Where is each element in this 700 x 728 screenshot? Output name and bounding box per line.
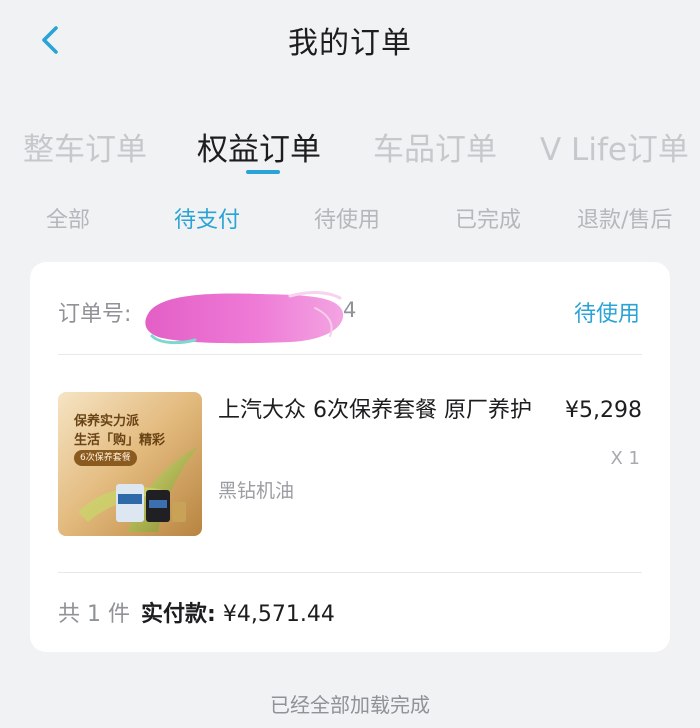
item-count-prefix: 共 — [58, 602, 81, 627]
tab-pending-use[interactable]: 待使用 — [314, 202, 380, 234]
product-image[interactable]: 保养实力派 生活「购」精彩 6次保养套餐 — [58, 392, 202, 536]
tab-vehicle-orders[interactable]: 整车订单 — [23, 124, 147, 169]
load-complete-note: 已经全部加载完成 — [270, 693, 430, 717]
order-category-tabs: 整车订单 权益订单 车品订单 V Life订单 — [0, 118, 700, 178]
tab-vlife-orders[interactable]: V Life订单 — [540, 124, 689, 169]
product-image-caption-1: 保养实力派 — [74, 414, 140, 429]
tab-refund-aftersale[interactable]: 退款/售后 — [577, 202, 672, 234]
order-card[interactable]: 订单号: 4 待使用 保养实力派 生活「购」精彩 6次保养套餐 上汽大众 6次保… — [30, 262, 670, 652]
header-bar: 我的订单 — [0, 0, 700, 84]
tab-all[interactable]: 全部 — [46, 202, 90, 234]
page-title: 我的订单 — [288, 26, 412, 61]
paid-amount-label: 实付款: — [141, 602, 216, 627]
order-status-tabs: 全部 待支付 待使用 已完成 退款/售后 — [0, 198, 700, 238]
product-name[interactable]: 上汽大众 6次保养套餐 原厂养护 — [218, 394, 553, 428]
item-count-suffix: 件 — [108, 602, 131, 627]
product-price: ¥5,298 — [565, 398, 642, 423]
product-quantity: X 1 — [610, 448, 640, 469]
order-number-fragment: 4 — [343, 298, 357, 322]
order-summary: 共 1 件 实付款: ¥4,571.44 — [58, 596, 335, 628]
tab-pending-payment[interactable]: 待支付 — [174, 202, 240, 234]
order-number-label: 订单号: — [58, 302, 132, 327]
product-spec: 黑钻机油 — [218, 480, 295, 502]
product-image-caption-2: 生活「购」精彩 — [74, 433, 166, 448]
tab-accessory-orders[interactable]: 车品订单 — [373, 124, 497, 169]
product-image-badge: 6次保养套餐 — [74, 450, 137, 466]
order-number-redaction — [145, 291, 344, 345]
item-count: 1 — [87, 602, 102, 627]
card-divider-top — [58, 354, 642, 355]
paid-amount: ¥4,571.44 — [222, 602, 335, 627]
tab-completed[interactable]: 已完成 — [455, 202, 521, 234]
order-status-badge[interactable]: 待使用 — [574, 296, 640, 328]
tab-benefit-orders[interactable]: 权益订单 — [197, 124, 321, 169]
active-tab-indicator — [246, 170, 280, 174]
card-divider-bottom — [58, 572, 642, 573]
